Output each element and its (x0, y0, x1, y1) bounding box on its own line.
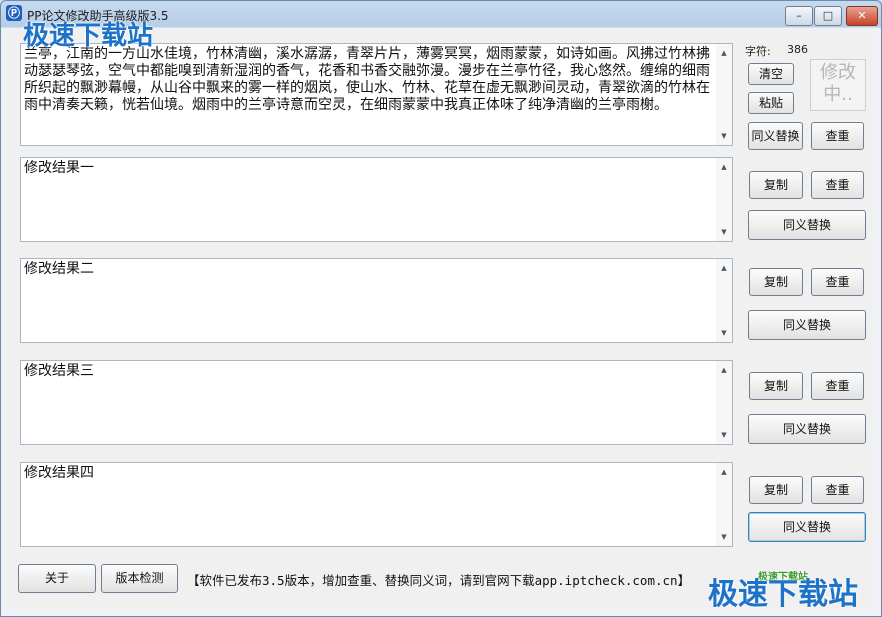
char-count-value: 386 (787, 43, 808, 56)
scroll-up-icon[interactable]: ▲ (716, 160, 732, 174)
check-button-label: 查重 (825, 379, 850, 393)
check-button-label: 查重 (825, 483, 850, 497)
copy-button-label: 复制 (763, 379, 788, 393)
result-box-3[interactable]: 修改结果三 ▲ ▼ (20, 360, 733, 445)
scroll-down-icon[interactable]: ▼ (716, 129, 732, 143)
synonym-button-label: 同义替换 (782, 318, 831, 332)
release-notice: 【软件已发布3.5版本，增加查重、替换同义词，请到官网下载app.iptchec… (187, 573, 691, 588)
result-scrollbar-2[interactable]: ▲ ▼ (716, 259, 732, 342)
app-window: Ⓟ PP论文修改助手高级版3.5 – □ ✕ 兰亭，江南的一方山水佳境，竹林清幽… (0, 0, 882, 617)
copy-button-label: 复制 (763, 483, 788, 497)
check-button-2[interactable]: 查重 (811, 268, 864, 296)
close-button[interactable]: ✕ (846, 6, 878, 26)
check-button-main[interactable]: 查重 (811, 122, 864, 150)
watermark-bottom-right: 极速下载站 (708, 577, 858, 612)
status-badge-text: 修改中.. (820, 62, 856, 105)
check-button-label: 查重 (825, 178, 850, 192)
synonym-button-main[interactable]: 同义替换 (748, 122, 803, 150)
synonym-button-label: 同义替换 (782, 422, 831, 436)
scroll-up-icon[interactable]: ▲ (716, 261, 732, 275)
synonym-button-label: 同义替换 (782, 218, 831, 232)
result-text-3: 修改结果三 (24, 363, 94, 379)
main-panel: 兰亭，江南的一方山水佳境，竹林清幽，溪水潺潺，青翠片片，薄雾冥冥，烟雨蒙蒙，如诗… (8, 29, 874, 609)
scroll-down-icon[interactable]: ▼ (716, 326, 732, 340)
result-text-1: 修改结果一 (24, 160, 94, 176)
result-scrollbar-4[interactable]: ▲ ▼ (716, 463, 732, 546)
copy-button-3[interactable]: 复制 (749, 372, 803, 400)
copy-button-4[interactable]: 复制 (749, 476, 803, 504)
synonym-button-4[interactable]: 同义替换 (748, 512, 866, 542)
char-count-label: 字符: (745, 45, 771, 58)
source-scrollbar[interactable]: ▲ ▼ (716, 44, 732, 145)
synonym-button-1[interactable]: 同义替换 (748, 210, 866, 240)
result-box-4[interactable]: 修改结果四 ▲ ▼ (20, 462, 733, 547)
about-button[interactable]: 关于 (18, 564, 96, 593)
scroll-up-icon[interactable]: ▲ (716, 363, 732, 377)
copy-button-1[interactable]: 复制 (749, 171, 803, 199)
version-check-button-label: 版本检测 (115, 571, 164, 585)
result-scrollbar-1[interactable]: ▲ ▼ (716, 158, 732, 241)
scroll-up-icon[interactable]: ▲ (716, 465, 732, 479)
watermark-top-left: 极速下载站 (23, 21, 154, 51)
scroll-down-icon[interactable]: ▼ (716, 225, 732, 239)
result-scrollbar-3[interactable]: ▲ ▼ (716, 361, 732, 444)
minimize-icon: – (796, 9, 802, 22)
synonym-button-3[interactable]: 同义替换 (748, 414, 866, 444)
app-logo-icon: Ⓟ (6, 5, 22, 21)
result-box-2[interactable]: 修改结果二 ▲ ▼ (20, 258, 733, 343)
maximize-button[interactable]: □ (814, 6, 842, 26)
copy-button-label: 复制 (763, 178, 788, 192)
check-button-4[interactable]: 查重 (811, 476, 864, 504)
check-button-3[interactable]: 查重 (811, 372, 864, 400)
paste-button[interactable]: 粘贴 (748, 92, 794, 114)
copy-button-label: 复制 (763, 275, 788, 289)
synonym-button-2[interactable]: 同义替换 (748, 310, 866, 340)
minimize-button[interactable]: – (785, 6, 813, 26)
check-button-label: 查重 (825, 129, 850, 143)
check-button-1[interactable]: 查重 (811, 171, 864, 199)
maximize-icon: □ (822, 9, 834, 22)
result-text-4: 修改结果四 (24, 465, 94, 481)
scroll-down-icon[interactable]: ▼ (716, 530, 732, 544)
result-box-1[interactable]: 修改结果一 ▲ ▼ (20, 157, 733, 242)
synonym-button-label: 同义替换 (751, 129, 800, 143)
about-button-label: 关于 (44, 571, 69, 585)
result-text-2: 修改结果二 (24, 261, 94, 277)
clear-button[interactable]: 清空 (748, 63, 794, 85)
check-button-label: 查重 (825, 275, 850, 289)
scroll-up-icon[interactable]: ▲ (716, 46, 732, 60)
source-text: 兰亭，江南的一方山水佳境，竹林清幽，溪水潺潺，青翠片片，薄雾冥冥，烟雨蒙蒙，如诗… (24, 46, 710, 113)
synonym-button-label: 同义替换 (782, 520, 831, 534)
scroll-down-icon[interactable]: ▼ (716, 428, 732, 442)
clear-button-label: 清空 (758, 67, 783, 81)
close-icon: ✕ (857, 9, 867, 22)
source-text-box[interactable]: 兰亭，江南的一方山水佳境，竹林清幽，溪水潺潺，青翠片片，薄雾冥冥，烟雨蒙蒙，如诗… (20, 43, 733, 146)
status-badge: 修改中.. (810, 59, 866, 111)
version-check-button[interactable]: 版本检测 (101, 564, 178, 593)
copy-button-2[interactable]: 复制 (749, 268, 803, 296)
paste-button-label: 粘贴 (758, 96, 783, 110)
